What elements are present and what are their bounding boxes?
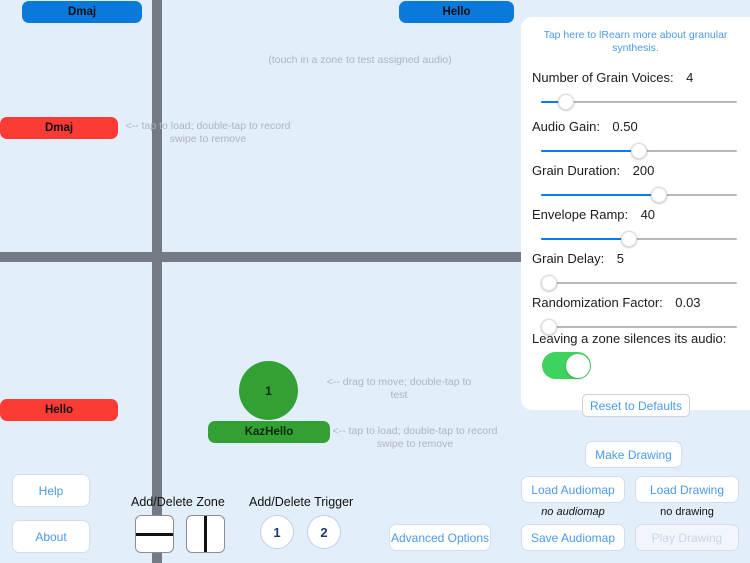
slider-fill <box>541 238 630 240</box>
param-label: Number of Grain Voices: <box>532 70 674 85</box>
zone-audio-button-left-upper[interactable]: Dmaj <box>0 117 118 139</box>
advanced-options-button[interactable]: Advanced Options <box>389 524 491 551</box>
zone-audio-button-left-lower[interactable]: Hello <box>0 399 118 421</box>
hint-trigger-load: <-- tap to load; double-tap to record sw… <box>332 425 498 450</box>
slider-grain-duration[interactable] <box>541 187 737 203</box>
zone-divider-vertical[interactable] <box>152 0 162 563</box>
slider-knob[interactable] <box>621 231 638 247</box>
load-audiomap-button[interactable]: Load Audiomap <box>521 476 625 503</box>
param-label: Audio Gain: <box>532 119 600 134</box>
param-value: 5 <box>616 251 624 266</box>
param-value: 0.03 <box>675 295 701 310</box>
slider-audio-gain[interactable] <box>541 143 737 159</box>
param-label: Grain Delay: <box>532 251 605 266</box>
audiomap-status: no audiomap <box>541 506 605 518</box>
param-value: 40 <box>640 207 656 222</box>
param-value: 200 <box>632 163 655 178</box>
trigger-handle-1[interactable]: 1 <box>239 361 298 420</box>
granular-synthesis-link[interactable]: Tap here to lRearn more about granular s… <box>531 29 740 55</box>
param-row-envelope-ramp: Envelope Ramp: 40 <box>532 206 740 248</box>
toggle-knob <box>565 353 590 378</box>
param-row-randomization-factor: Randomization Factor: 0.03 <box>532 294 740 336</box>
app-root: Dmaj Hello Dmaj Hello (touch in a zone t… <box>0 0 750 563</box>
slider-track <box>541 282 737 284</box>
hint-touch-zone: (touch in a zone to test assigned audio) <box>268 54 452 66</box>
zone-audio-button-top-left[interactable]: Dmaj <box>22 1 142 23</box>
param-label: Grain Duration: <box>532 163 621 178</box>
split-horizontal-icon[interactable] <box>135 515 174 553</box>
hint-zone-load: <-- tap to load; double-tap to record sw… <box>125 120 291 145</box>
slider-fill <box>541 150 639 152</box>
param-value: 4 <box>686 70 694 85</box>
silence-toggle-switch[interactable] <box>542 352 591 379</box>
add-trigger-button-1[interactable]: 1 <box>260 515 294 549</box>
add-delete-trigger-label: Add/Delete Trigger <box>249 495 354 509</box>
save-audiomap-button[interactable]: Save Audiomap <box>521 524 625 551</box>
drawing-status: no drawing <box>660 506 714 518</box>
param-value: 0.50 <box>612 119 638 134</box>
param-row-grain-delay: Grain Delay: 5 <box>532 250 740 292</box>
hint-trigger-drag: <-- drag to move; double-tap to test <box>326 376 472 401</box>
param-label: Randomization Factor: <box>532 295 663 310</box>
slider-grain-delay[interactable] <box>541 275 737 291</box>
slider-grain-voices[interactable] <box>541 94 737 110</box>
split-vertical-icon[interactable] <box>186 515 225 553</box>
slider-knob[interactable] <box>541 275 557 291</box>
load-drawing-button[interactable]: Load Drawing <box>635 476 739 503</box>
add-trigger-button-2[interactable]: 2 <box>307 515 341 549</box>
param-row-audio-gain: Audio Gain: 0.50 <box>532 118 740 160</box>
reset-to-defaults-button[interactable]: Reset to Defaults <box>582 394 690 417</box>
slider-knob[interactable] <box>631 143 647 159</box>
help-button[interactable]: Help <box>12 474 90 507</box>
param-label: Envelope Ramp: <box>532 207 629 222</box>
add-delete-zone-label: Add/Delete Zone <box>131 495 225 509</box>
advanced-options-panel: Tap here to lRearn more about granular s… <box>521 17 750 417</box>
param-row-grain-duration: Grain Duration: 200 <box>532 162 740 204</box>
slider-knob[interactable] <box>558 94 575 110</box>
zone-audio-button-top-right[interactable]: Hello <box>399 1 514 23</box>
about-button[interactable]: About <box>12 520 90 553</box>
param-row-grain-voices: Number of Grain Voices: 4 <box>532 69 740 111</box>
trigger-audio-button[interactable]: KazHello <box>208 421 330 443</box>
slider-track <box>541 326 737 328</box>
slider-knob[interactable] <box>650 187 667 203</box>
make-drawing-button[interactable]: Make Drawing <box>585 441 682 468</box>
slider-envelope-ramp[interactable] <box>541 231 737 247</box>
slider-fill <box>541 194 659 196</box>
zone-divider-horizontal[interactable] <box>0 252 521 262</box>
silence-toggle-label: Leaving a zone silences its audio: <box>532 331 727 346</box>
play-drawing-button[interactable]: Play Drawing <box>635 524 739 551</box>
